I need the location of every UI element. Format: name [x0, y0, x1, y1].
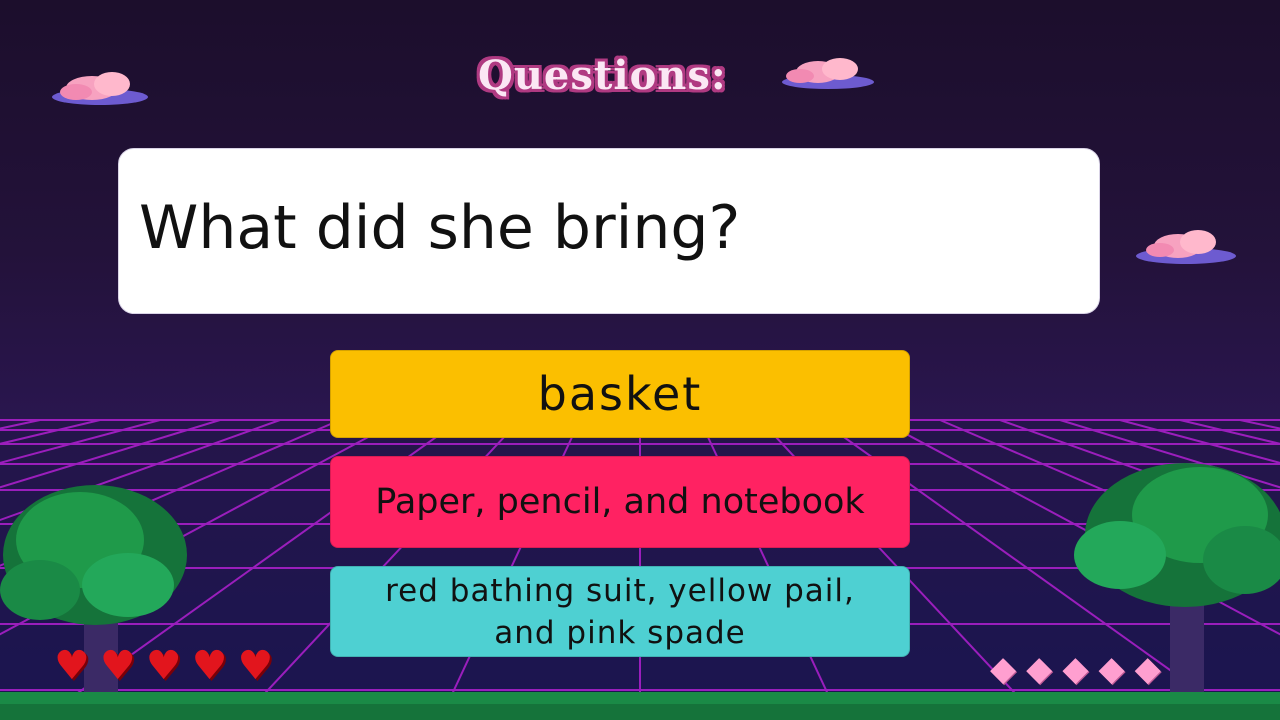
answer-option-1[interactable]: basket — [330, 350, 910, 438]
gems-display: ◆ ◆ ◆ ◆ ◆ — [990, 652, 1161, 686]
page-title: Questions: — [478, 52, 727, 99]
heart-icon: ♥ — [191, 643, 228, 689]
diamond-icon: ◆ — [1026, 649, 1053, 689]
heart-icon: ♥ — [237, 643, 274, 689]
question-card: What did she bring? — [118, 148, 1100, 314]
heart-icon: ♥ — [145, 643, 182, 689]
diamond-icon: ◆ — [1098, 649, 1125, 689]
heart-icon: ♥ — [99, 643, 136, 689]
answer-option-2-label: Paper, pencil, and notebook — [375, 482, 865, 522]
lives-display: ♥ ♥ ♥ ♥ ♥ — [54, 646, 273, 686]
cloud-top — [782, 58, 874, 89]
diamond-icon: ◆ — [1062, 649, 1089, 689]
question-text: What did she bring? — [139, 193, 741, 263]
answer-option-1-label: basket — [537, 367, 703, 421]
cloud-right — [1136, 230, 1236, 264]
answer-option-2[interactable]: Paper, pencil, and notebook — [330, 456, 910, 548]
cloud-left — [52, 72, 148, 105]
diamond-icon: ◆ — [990, 649, 1017, 689]
diamond-icon: ◆ — [1134, 649, 1161, 689]
answer-option-3-label: red bathing suit, yellow pail, and pink … — [385, 572, 855, 651]
heart-icon: ♥ — [54, 643, 90, 689]
answer-option-3[interactable]: red bathing suit, yellow pail, and pink … — [330, 566, 910, 657]
